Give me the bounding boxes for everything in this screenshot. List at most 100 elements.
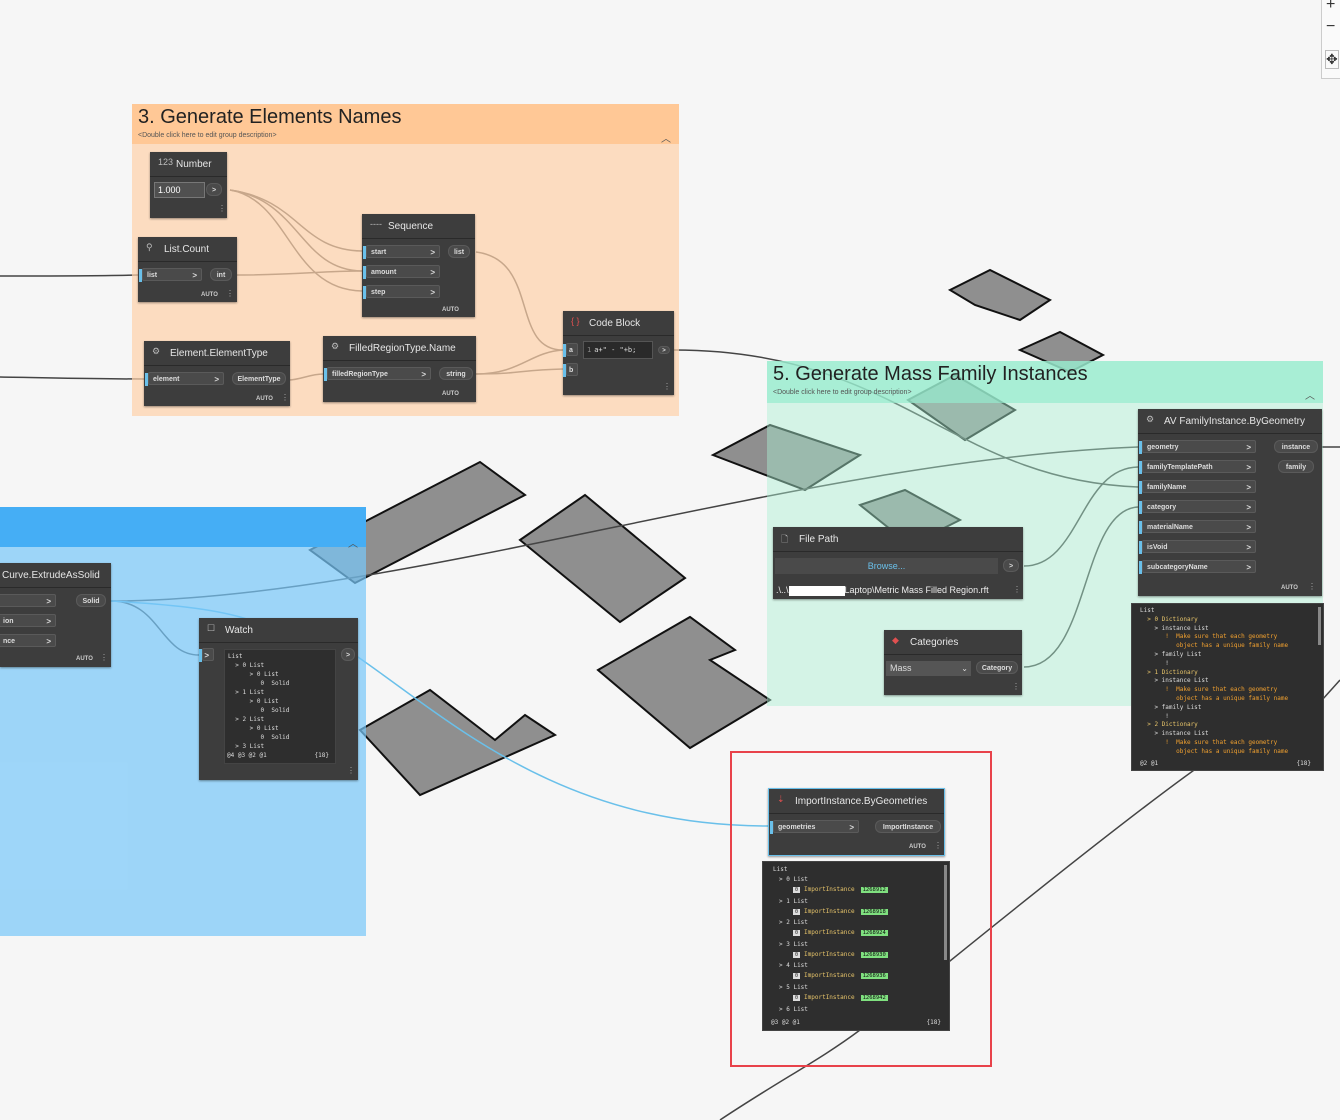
input-port-materialname[interactable]: materialName > bbox=[1139, 520, 1256, 534]
output-port[interactable]: > bbox=[341, 648, 355, 661]
input-port-familyname[interactable]: familyName > bbox=[1139, 480, 1256, 494]
collapse-icon[interactable]: ︿ bbox=[661, 130, 671, 145]
fit-view-button[interactable]: ✥ bbox=[1325, 50, 1339, 69]
zoom-in-button[interactable]: + bbox=[1326, 0, 1335, 14]
output-port-instance[interactable]: instance bbox=[1274, 440, 1318, 453]
input-port-1[interactable]: > bbox=[0, 594, 56, 607]
input-port-step[interactable]: step > bbox=[363, 285, 440, 299]
input-port-2[interactable]: ion > bbox=[0, 614, 56, 627]
preview-row: > 1 Dictionary bbox=[1140, 668, 1198, 676]
node-menu-icon[interactable]: ⋮ bbox=[1308, 582, 1316, 591]
node-title: Categories bbox=[910, 637, 959, 648]
category-dropdown[interactable]: Mass ⌄ bbox=[886, 661, 971, 676]
node-menu-icon[interactable]: ⋮ bbox=[281, 393, 289, 402]
familyinstance-preview[interactable]: List > 0 Dictionary > instance List ! Ma… bbox=[1131, 603, 1324, 771]
lacing-auto[interactable]: AUTO bbox=[1281, 585, 1298, 591]
node-title: Element.ElementType bbox=[170, 348, 268, 359]
preview-row: > 3 List bbox=[228, 743, 265, 750]
collapse-icon[interactable]: ︿ bbox=[1305, 387, 1315, 402]
file-icon: 🗋 bbox=[781, 534, 789, 544]
preview-scrollbar[interactable] bbox=[1318, 607, 1321, 645]
output-port-int[interactable]: int bbox=[210, 268, 232, 281]
element-elementtype-node[interactable]: ⚙ Element.ElementType element > ElementTyp… bbox=[144, 341, 290, 406]
node-menu-icon[interactable]: ⋮ bbox=[1013, 585, 1021, 594]
preview-row: > 0 Dictionary bbox=[1140, 615, 1198, 623]
list-count-node[interactable]: ⚲ List.Count list > int AUTO ⋮ bbox=[138, 237, 237, 302]
group-description[interactable]: <Double click here to edit group descrip… bbox=[773, 389, 912, 396]
input-port-category[interactable]: category > bbox=[1139, 500, 1256, 514]
sequence-icon: ---- bbox=[370, 219, 382, 229]
output-port-family[interactable]: family bbox=[1278, 460, 1314, 473]
preview-row: > family List bbox=[1140, 703, 1202, 711]
lacing-auto[interactable]: AUTO bbox=[201, 292, 218, 298]
node-menu-icon[interactable]: ⋮ bbox=[347, 766, 355, 775]
output-port-category[interactable]: Category bbox=[976, 661, 1018, 674]
preview-row: > 1 List bbox=[228, 689, 265, 696]
element-icon: ⚙ bbox=[152, 346, 161, 356]
number-value-input[interactable]: 1.000 bbox=[154, 182, 205, 198]
output-port-elementtype[interactable]: ElementType bbox=[232, 372, 286, 385]
group-title[interactable]: 3. Generate Elements Names bbox=[138, 106, 401, 129]
output-port[interactable]: > bbox=[1003, 559, 1019, 572]
output-port-list[interactable]: list bbox=[448, 245, 470, 258]
categories-node[interactable]: ◆ Categories Mass ⌄ Category ⋮ bbox=[884, 630, 1022, 695]
sequence-node[interactable]: ---- Sequence start > amount > step > list A… bbox=[362, 214, 475, 317]
filledregiontype-name-node[interactable]: ⚙ FilledRegionType.Name filledRegionType >… bbox=[323, 336, 476, 402]
input-port-a[interactable]: a bbox=[563, 343, 578, 357]
input-port-filledregiontype[interactable]: filledRegionType > bbox=[324, 367, 431, 381]
preview-row: > instance List bbox=[1140, 677, 1209, 685]
input-port-start[interactable]: start > bbox=[363, 245, 440, 259]
input-port-b[interactable]: b bbox=[563, 363, 578, 377]
preview-row: ! Make sure that each geometry bbox=[1140, 739, 1278, 746]
node-title: Code Block bbox=[589, 318, 641, 329]
redacted-block bbox=[788, 585, 845, 596]
output-port[interactable]: > bbox=[658, 346, 670, 354]
node-menu-icon[interactable]: ⋮ bbox=[226, 289, 234, 298]
node-menu-icon[interactable]: ⋮ bbox=[100, 653, 108, 662]
lacing-auto[interactable]: AUTO bbox=[76, 656, 93, 662]
preview-row: 0 Solid bbox=[228, 734, 290, 741]
lacing-auto[interactable]: AUTO bbox=[442, 307, 459, 313]
input-port-subcategoryname[interactable]: subcategoryName > bbox=[1139, 560, 1256, 574]
browse-button[interactable]: Browse... bbox=[775, 558, 998, 574]
lacing-auto[interactable]: AUTO bbox=[256, 396, 273, 402]
preview-row: ! Make sure that each geometry bbox=[1140, 633, 1278, 641]
preview-row: ! Make sure that each geometry bbox=[1140, 686, 1278, 694]
number-node[interactable]: 123 Number 1.000 > ⋮ bbox=[150, 152, 227, 218]
preview-row: > 2 Dictionary bbox=[1140, 721, 1198, 729]
code-editor[interactable]: 1 a+" - "+b; bbox=[583, 341, 653, 359]
curve-extrudeassolid-node[interactable]: Curve.ExtrudeAsSolid > ion > nce > Solid A… bbox=[0, 563, 111, 667]
node-title: FilledRegionType.Name bbox=[349, 343, 456, 354]
code-text[interactable]: a+" - "+b; bbox=[594, 346, 636, 354]
node-menu-icon[interactable]: ⋮ bbox=[218, 204, 226, 213]
group-description[interactable]: <Double click here to edit group descrip… bbox=[138, 132, 277, 139]
lacing-auto[interactable]: AUTO bbox=[442, 391, 459, 397]
code-block-node[interactable]: { } Code Block a b 1 a+" - "+b; > ⋮ bbox=[563, 311, 674, 395]
preview-footer-levels: @4 @3 @2 @1 bbox=[227, 752, 267, 759]
watch-preview[interactable]: List > 0 List > 0 List 0 Solid > 1 List … bbox=[224, 649, 336, 764]
input-port-isvoid[interactable]: isVoid > bbox=[1139, 540, 1256, 554]
input-port[interactable]: > bbox=[199, 648, 214, 662]
file-path-node[interactable]: 🗋 File Path Browse... > .\..\ Laptop\Metri… bbox=[773, 527, 1023, 599]
output-port-solid[interactable]: Solid bbox=[76, 594, 106, 607]
output-port-string[interactable]: string bbox=[439, 367, 473, 380]
input-port-amount[interactable]: amount > bbox=[363, 265, 440, 279]
chevron-down-icon: ⌄ bbox=[961, 664, 968, 673]
node-menu-icon[interactable]: ⋮ bbox=[663, 382, 671, 391]
preview-footer-count: {18} bbox=[1296, 760, 1311, 767]
familyinstance-bygeometry-node[interactable]: ⚙ AV FamilyInstance.ByGeometry geometry > f… bbox=[1138, 409, 1322, 596]
highlight-box bbox=[730, 751, 992, 1067]
filled-region-icon: ⚙ bbox=[331, 341, 340, 351]
watch-node[interactable]: ☐ Watch > > List > 0 List > 0 List 0 Soli… bbox=[199, 618, 358, 780]
zoom-out-button[interactable]: − bbox=[1326, 18, 1335, 36]
node-menu-icon[interactable]: ⋮ bbox=[1012, 682, 1020, 691]
number-output-port[interactable]: > bbox=[206, 183, 222, 196]
input-port-element[interactable]: element > bbox=[145, 372, 224, 386]
input-port-3[interactable]: nce > bbox=[0, 634, 56, 647]
input-port-list[interactable]: list > bbox=[139, 268, 202, 282]
collapse-icon[interactable]: ︿ bbox=[348, 535, 358, 550]
group-title[interactable]: 5. Generate Mass Family Instances bbox=[773, 363, 1088, 386]
input-port-geometry[interactable]: geometry > bbox=[1139, 440, 1256, 454]
preview-row: > instance List bbox=[1140, 730, 1209, 738]
input-port-familytemplatepath[interactable]: familyTemplatePath > bbox=[1139, 460, 1256, 474]
